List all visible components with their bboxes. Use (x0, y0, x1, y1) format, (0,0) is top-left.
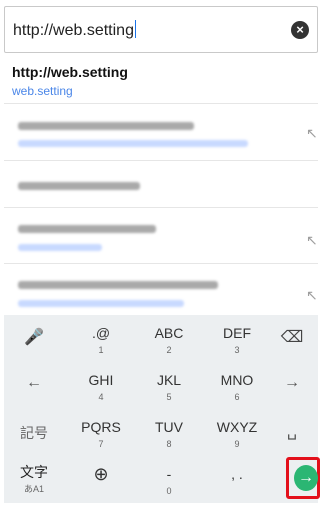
url-input[interactable]: http://web.setting (13, 20, 136, 40)
symbol-label: 記号 (20, 425, 48, 441)
key-4[interactable]: GHI 4 (70, 362, 132, 408)
cursor-left-key[interactable]: ← (4, 362, 64, 408)
key-7[interactable]: PQRS 7 (70, 409, 132, 455)
fill-arrow-icon[interactable]: ↖ (306, 287, 318, 304)
mic-key[interactable]: 🎤 (4, 315, 64, 361)
key-6[interactable]: MNO 6 (206, 362, 268, 408)
punctuation-key[interactable]: , . (206, 456, 268, 502)
key-0[interactable]: -0 (138, 456, 200, 502)
suggestion-subtitle: web.setting (12, 84, 73, 98)
browser-frame: http://web.setting × http://web.setting … (0, 0, 324, 506)
keyboard: 🎤 ← 記号 文字 あA1 .@ 1 ABC 2 DEF 3 GHI 4 JKL 5 MN… (4, 315, 318, 503)
blurred-text (18, 225, 156, 233)
mode-label: 文字 (20, 464, 48, 480)
go-button[interactable]: → (294, 465, 318, 491)
mode-key[interactable]: 文字 あA1 (4, 456, 64, 502)
url-bar[interactable]: http://web.setting × (4, 6, 318, 53)
space-icon: ␣ (286, 423, 298, 440)
go-key-highlight: → (286, 457, 320, 499)
suggestion-title: http://web.setting (12, 64, 128, 80)
backspace-icon: ⌫ (280, 329, 304, 346)
globe-icon: ⊕ (93, 464, 109, 484)
mic-icon: 🎤 (24, 329, 44, 346)
space-key[interactable]: ␣ (266, 409, 318, 455)
blurred-text (18, 122, 194, 130)
backspace-key[interactable]: ⌫ (266, 315, 318, 361)
left-arrow-icon: ← (26, 374, 42, 391)
blurred-text (18, 182, 140, 190)
fill-arrow-icon[interactable]: ↖ (306, 232, 318, 249)
divider (4, 263, 318, 264)
clear-icon[interactable]: × (291, 21, 309, 39)
key-3[interactable]: DEF 3 (206, 315, 268, 361)
mode-sub-label: あA1 (23, 484, 44, 494)
fill-arrow-icon[interactable]: ↖ (306, 125, 318, 142)
divider (4, 160, 318, 161)
key-8[interactable]: TUV 8 (138, 409, 200, 455)
right-arrow-icon: → (284, 374, 300, 391)
divider (4, 103, 318, 104)
key-5[interactable]: JKL 5 (138, 362, 200, 408)
blurred-link (18, 140, 248, 147)
globe-key[interactable]: ⊕ (70, 456, 132, 502)
key-1[interactable]: .@ 1 (70, 315, 132, 361)
suggestion-item[interactable]: http://web.setting web.setting (4, 54, 318, 102)
blurred-link (18, 300, 184, 307)
text-caret (134, 20, 136, 38)
blurred-link (18, 244, 102, 251)
key-2[interactable]: ABC 2 (138, 315, 200, 361)
symbol-key[interactable]: 記号 (4, 409, 64, 455)
blurred-text (18, 281, 218, 289)
cursor-right-key[interactable]: → (266, 362, 318, 408)
key-9[interactable]: WXYZ 9 (206, 409, 268, 455)
divider (4, 207, 318, 208)
